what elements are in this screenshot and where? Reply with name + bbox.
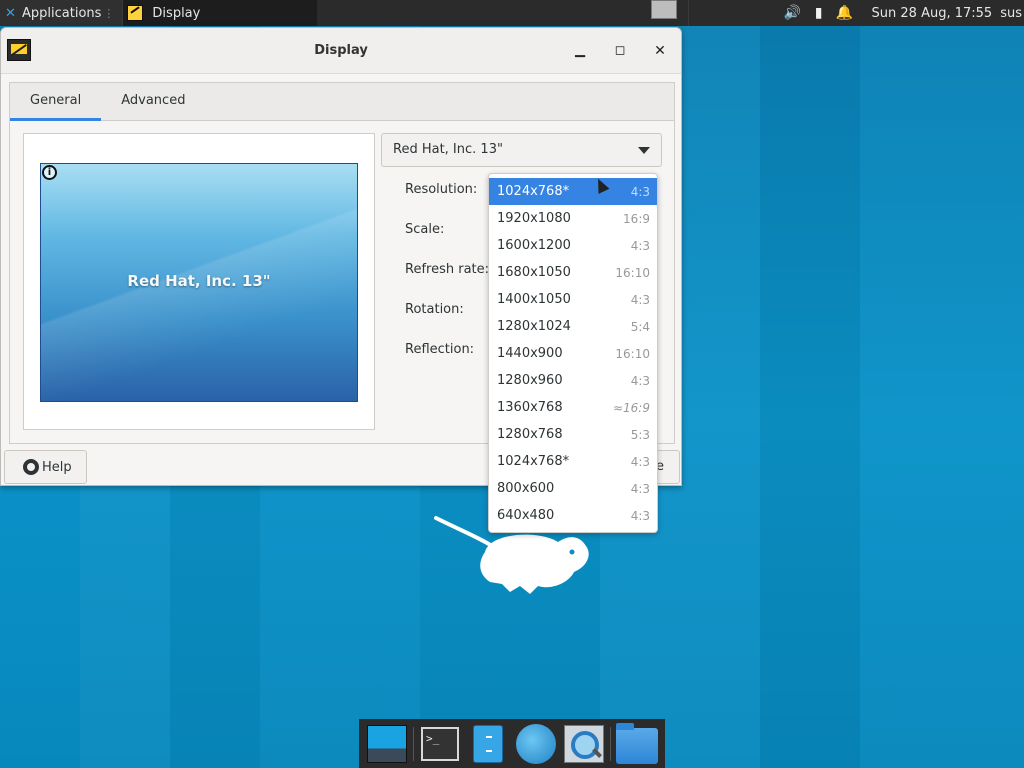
resolution-dropdown-menu: 1024x768* 4:3 1920x1080 16:9 1600x1200 4… <box>488 173 658 533</box>
resolution-option[interactable]: 1280x1024 5:4 <box>489 313 657 340</box>
xfce-logo-icon: ✕ <box>5 5 16 21</box>
app-finder-icon <box>564 724 604 763</box>
resolution-option[interactable]: 1360x768 ≈16:9 <box>489 394 657 421</box>
tab-general[interactable]: General <box>10 83 102 121</box>
aspect-ratio: 16:10 <box>615 265 650 280</box>
workspace-switcher[interactable] <box>651 0 677 19</box>
aspect-ratio: 4:3 <box>630 508 650 523</box>
desktop-icon <box>367 724 407 763</box>
clock[interactable]: Sun 28 Aug, 17:55 <box>872 6 993 21</box>
help-label: Help <box>42 459 72 475</box>
aspect-ratio: 5:3 <box>630 427 650 442</box>
home-folder-launcher[interactable] <box>616 722 658 765</box>
info-icon[interactable]: i <box>42 165 57 180</box>
panel-divider <box>688 0 689 26</box>
resolution-value: 1600x1200 <box>497 238 571 253</box>
resolution-option[interactable]: 1280x960 4:3 <box>489 367 657 394</box>
preview-display-name: Red Hat, Inc. 13" <box>127 272 271 290</box>
rotation-label: Rotation: <box>405 302 464 317</box>
file-manager-icon <box>473 724 503 763</box>
resolution-option[interactable]: 1600x1200 4:3 <box>489 232 657 259</box>
reflection-label: Reflection: <box>405 342 475 357</box>
resolution-label: Resolution: <box>405 182 478 197</box>
display-preview[interactable]: i Red Hat, Inc. 13" <box>40 163 358 402</box>
battery-icon[interactable]: ▮ <box>810 4 828 22</box>
display-preview-frame: i Red Hat, Inc. 13" <box>23 133 375 430</box>
resolution-value: 1280x768 <box>497 427 563 442</box>
applications-menu[interactable]: ✕ Applications ⋮ <box>0 0 123 26</box>
window-titlebar[interactable]: Display ▁ ◻ ✕ <box>1 28 681 74</box>
taskbar-button-display[interactable]: Display <box>122 0 318 26</box>
resolution-option[interactable]: 640x480 4:3 <box>489 502 657 529</box>
aspect-ratio: 5:4 <box>630 319 650 334</box>
resolution-value: 1280x960 <box>497 373 563 388</box>
aspect-ratio: 4:3 <box>630 373 650 388</box>
resolution-option[interactable]: 1680x1050 16:10 <box>489 259 657 286</box>
terminal-launcher[interactable]: >_ <box>419 723 461 765</box>
applications-label: Applications <box>22 5 102 21</box>
app-finder-launcher[interactable] <box>563 723 605 765</box>
show-desktop-button[interactable] <box>366 723 408 765</box>
resolution-value: 1360x768 <box>497 400 563 415</box>
home-folder-icon <box>616 722 658 764</box>
tab-bar: General Advanced <box>10 83 674 121</box>
terminal-icon: >_ <box>421 726 459 761</box>
dock-separator <box>610 726 611 761</box>
resolution-value: 1680x1050 <box>497 265 571 280</box>
resolution-option[interactable]: 1400x1050 4:3 <box>489 286 657 313</box>
resolution-option[interactable]: 1920x1080 16:9 <box>489 205 657 232</box>
resolution-option[interactable]: 1024x768* 4:3 <box>489 178 657 205</box>
display-select-value: Red Hat, Inc. 13" <box>393 142 503 157</box>
resolution-option[interactable]: 1024x768* 4:3 <box>489 448 657 475</box>
resolution-option[interactable]: 1280x768 5:3 <box>489 421 657 448</box>
aspect-ratio: 4:3 <box>630 292 650 307</box>
resolution-value: 1024x768* <box>497 454 570 469</box>
user-menu[interactable]: sus <box>1000 6 1022 21</box>
aspect-ratio: 4:3 <box>630 184 650 199</box>
notification-bell-icon[interactable]: 🔔 <box>836 4 854 22</box>
help-lifebuoy-icon <box>23 459 39 475</box>
separator-icon: ⋮ <box>103 6 115 20</box>
dropdown-arrow-icon <box>638 147 650 154</box>
resolution-value: 1920x1080 <box>497 211 571 226</box>
resolution-value: 1440x900 <box>497 346 563 361</box>
web-browser-icon <box>516 723 556 764</box>
resolution-value: 1280x1024 <box>497 319 571 334</box>
aspect-ratio: ≈16:9 <box>612 400 650 415</box>
close-window-button[interactable]: ✕ <box>650 41 670 61</box>
aspect-ratio: 16:10 <box>615 346 650 361</box>
tab-advanced[interactable]: Advanced <box>101 83 205 120</box>
scale-label: Scale: <box>405 222 445 237</box>
aspect-ratio: 4:3 <box>630 454 650 469</box>
resolution-value: 800x600 <box>497 481 555 496</box>
aspect-ratio: 4:3 <box>630 238 650 253</box>
resolution-value: 640x480 <box>497 508 555 523</box>
task-label: Display <box>152 5 201 21</box>
display-settings-icon <box>127 5 144 21</box>
resolution-value: 1400x1050 <box>497 292 571 307</box>
resolution-option[interactable]: 1440x900 16:10 <box>489 340 657 367</box>
aspect-ratio: 16:9 <box>623 211 650 226</box>
dock-separator <box>413 726 414 761</box>
top-panel: ✕ Applications ⋮ Display 🔊 ▮ 🔔 Sun 28 Au… <box>0 0 1024 26</box>
maximize-button[interactable]: ◻ <box>610 41 630 61</box>
volume-icon[interactable]: 🔊 <box>784 4 802 22</box>
help-button[interactable]: Help <box>4 450 87 484</box>
resolution-option[interactable]: 800x600 4:3 <box>489 475 657 502</box>
web-browser-launcher[interactable] <box>515 723 557 765</box>
bottom-dock: >_ <box>359 719 665 768</box>
resolution-value: 1024x768* <box>497 184 570 199</box>
display-select[interactable]: Red Hat, Inc. 13" <box>381 133 662 167</box>
aspect-ratio: 4:3 <box>630 481 650 496</box>
refresh-rate-label: Refresh rate: <box>405 262 490 277</box>
minimize-button[interactable]: ▁ <box>570 41 590 61</box>
panel-tray: 🔊 ▮ 🔔 Sun 28 Aug, 17:55 sus <box>780 0 1024 26</box>
file-manager-launcher[interactable] <box>467 723 509 765</box>
